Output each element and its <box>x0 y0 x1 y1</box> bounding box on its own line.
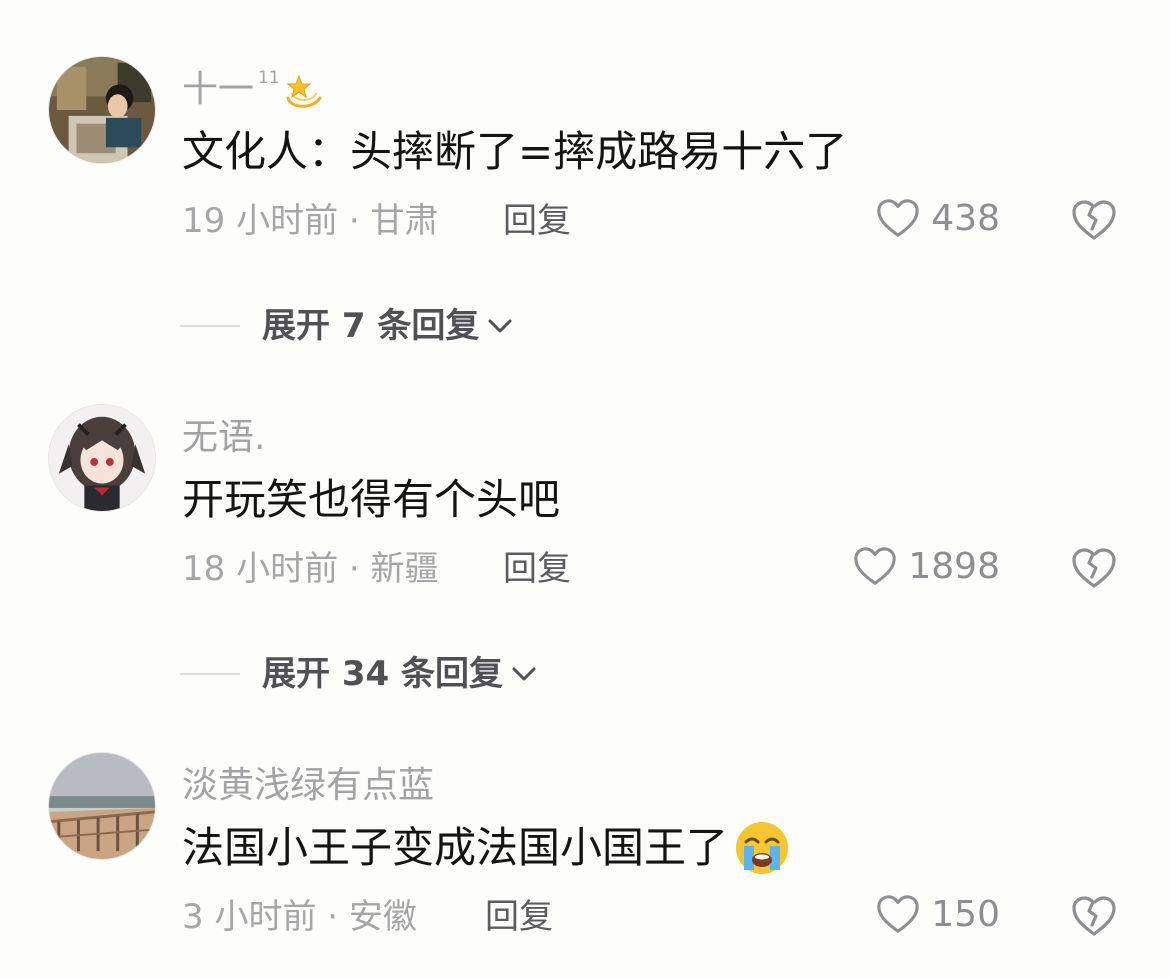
expand-replies-label: 展开 7 条回复 <box>262 306 480 346</box>
comment-meta: 19 小时前 · 甘肃 <box>182 201 439 241</box>
avatar[interactable] <box>48 404 156 512</box>
like-count: 1898 <box>908 546 1000 587</box>
divider-line <box>180 673 240 675</box>
comment-meta: 18 小时前 · 新疆 <box>182 549 439 589</box>
comment-text: 法国小王子变成法国小国王了 <box>182 820 790 876</box>
comment-meta: 3 小时前 · 安徽 <box>182 897 417 937</box>
like-button[interactable]: 438 <box>875 196 1000 242</box>
chevron-down-icon <box>488 319 512 333</box>
reply-button[interactable]: 回复 <box>503 198 571 244</box>
broken-heart-icon <box>1072 200 1116 240</box>
like-count: 438 <box>931 198 1000 239</box>
dizzy-star-icon <box>286 74 322 108</box>
expand-replies-button[interactable]: 展开 7 条回复 <box>180 303 517 349</box>
avatar-image <box>49 57 155 163</box>
comment-text: 文化人：头摔断了=摔成路易十六了 <box>182 127 848 176</box>
chevron-down-icon <box>512 667 536 681</box>
comment-text: 开玩笑也得有个头吧 <box>182 475 561 524</box>
comment-text-content: 法国小王子变成法国小国王了 <box>182 823 729 872</box>
like-button[interactable]: 1898 <box>852 544 1000 590</box>
heart-icon <box>854 547 897 585</box>
comment-list: 十一 11 文化人：头摔断了=摔成路易十六了 19 小时前 · 甘肃 回复 43… <box>0 0 1170 978</box>
avatar[interactable] <box>48 56 156 164</box>
dislike-button[interactable] <box>1070 892 1118 940</box>
loudly-crying-face-emoji <box>736 822 789 874</box>
like-count: 150 <box>931 894 1000 935</box>
reply-button[interactable]: 回复 <box>503 546 571 592</box>
expand-replies-label: 展开 34 条回复 <box>262 654 503 694</box>
username[interactable]: 淡黄浅绿有点蓝 <box>182 764 434 808</box>
username-text: 淡黄浅绿有点蓝 <box>182 765 435 806</box>
expand-replies-button[interactable]: 展开 34 条回复 <box>180 651 541 697</box>
like-button[interactable]: 150 <box>875 892 1000 938</box>
username[interactable]: 十一 11 <box>182 68 326 112</box>
heart-icon <box>877 199 919 237</box>
broken-heart-icon <box>1072 896 1116 936</box>
dislike-button[interactable] <box>1070 196 1118 244</box>
avatar-image <box>49 405 155 511</box>
comment-item: 淡黄浅绿有点蓝 法国小王子变成法国小国王了 3 小时前 · 安徽 回复 150 <box>0 752 1170 978</box>
avatar-image <box>49 753 155 859</box>
divider-line <box>180 325 240 327</box>
badge-number: 11 <box>258 68 280 88</box>
broken-heart-icon <box>1072 548 1116 588</box>
username[interactable]: 无语. <box>182 416 265 460</box>
username-text: 无语. <box>182 417 266 458</box>
dislike-button[interactable] <box>1070 544 1118 592</box>
avatar[interactable] <box>48 752 156 860</box>
comment-item: 无语. 开玩笑也得有个头吧 18 小时前 · 新疆 回复 1898 <box>0 404 1170 644</box>
username-text: 十一 <box>182 69 255 110</box>
heart-icon <box>877 895 919 933</box>
reply-button[interactable]: 回复 <box>485 894 553 940</box>
comment-item: 十一 11 文化人：头摔断了=摔成路易十六了 19 小时前 · 甘肃 回复 43… <box>0 56 1170 296</box>
